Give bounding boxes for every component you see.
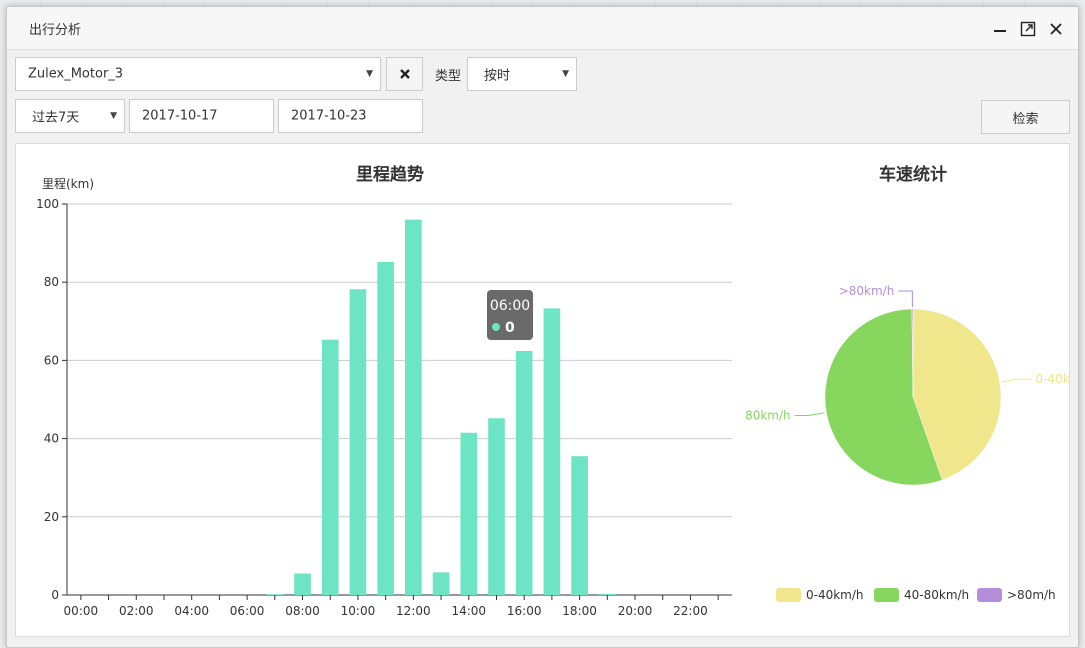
chevron-down-icon: ▼	[110, 111, 117, 121]
x-tick-label: 20:00	[618, 604, 653, 618]
trip-analysis-dialog: 出行分析 Zulex_Motor_3 ▼ 类型 按时 ▼ 过去7天 ▼ 2017…	[6, 6, 1081, 648]
pie-chart-title: 车速统计	[879, 164, 947, 185]
x-tick-label: 00:00	[64, 604, 99, 618]
tooltip-value: 0	[505, 320, 515, 336]
y-axis-label: 里程(km)	[42, 176, 94, 191]
legend-swatch[interactable]	[874, 588, 899, 602]
bar-chart-title: 里程趋势	[356, 164, 424, 185]
search-button-label: 检索	[1012, 111, 1039, 127]
bar-12:00[interactable]	[405, 219, 422, 595]
y-tick-label: 60	[44, 353, 59, 367]
bar-14:00[interactable]	[460, 432, 478, 595]
type-select-value: 按时	[484, 68, 511, 84]
bar-10:00[interactable]	[349, 289, 367, 595]
x-tick-label: 16:00	[507, 604, 542, 618]
dialog-title: 出行分析	[29, 23, 82, 38]
pie-slice-label: 0-40km	[1035, 372, 1069, 386]
x-tick-label: 14:00	[451, 604, 486, 618]
range-select[interactable]: 过去7天 ▼	[15, 99, 125, 133]
legend-swatch[interactable]	[977, 588, 1002, 602]
bar-07:00[interactable]	[266, 594, 284, 595]
pie-label-line	[1001, 378, 1032, 383]
maximize-icon[interactable]	[1018, 19, 1038, 39]
clear-vehicle-button[interactable]	[386, 57, 423, 91]
x-tick-label: 10:00	[341, 604, 376, 618]
tooltip-title: 06:00	[490, 298, 530, 314]
pie-label-line	[794, 412, 825, 417]
x-tick-label: 18:00	[562, 604, 597, 618]
start-date-input[interactable]: 2017-10-17	[129, 99, 274, 133]
pie-slice-label: >80km/h	[839, 284, 895, 298]
type-select[interactable]: 按时 ▼	[467, 57, 577, 91]
range-select-value: 过去7天	[32, 110, 80, 126]
legend-swatch[interactable]	[776, 588, 801, 602]
start-date-value: 2017-10-17	[142, 108, 218, 124]
dialog-titlebar: 出行分析	[7, 7, 1078, 50]
x-tick-label: 08:00	[285, 604, 320, 618]
vehicle-select-value: Zulex_Motor_3	[28, 66, 124, 82]
y-tick-label: 40	[44, 432, 59, 446]
bar-13:00[interactable]	[432, 572, 450, 595]
y-tick-label: 80	[44, 275, 59, 289]
pie-label-line	[898, 290, 913, 308]
legend-label[interactable]: >80m/h	[1007, 588, 1056, 602]
y-tick-label: 20	[44, 510, 59, 524]
bar-16:00[interactable]	[515, 351, 533, 595]
chevron-down-icon: ▼	[562, 69, 569, 79]
x-tick-label: 12:00	[396, 604, 431, 618]
legend-label[interactable]: 40-80km/h	[904, 588, 969, 602]
legend-label[interactable]: 0-40km/h	[806, 588, 864, 602]
bar-11:00[interactable]	[377, 261, 394, 595]
bar-08:00[interactable]	[294, 573, 311, 595]
y-tick-label: 100	[36, 197, 59, 211]
vehicle-select[interactable]: Zulex_Motor_3 ▼	[15, 57, 381, 91]
mileage-trend-chart: 里程趋势里程(km) 0 20 40 60 80 100 00:00 02:00 04:00 06:…	[36, 164, 732, 618]
minimize-icon[interactable]	[990, 19, 1010, 39]
y-tick-label: 0	[51, 588, 59, 602]
tooltip-marker	[492, 323, 500, 331]
close-icon[interactable]	[1046, 19, 1066, 39]
bar-17:00[interactable]	[543, 308, 561, 595]
bar-09:00[interactable]	[321, 339, 339, 595]
charts-canvas: 里程趋势里程(km) 0 20 40 60 80 100 00:00 02:00 04:00 06:…	[36, 164, 1081, 618]
chevron-down-icon: ▼	[366, 69, 373, 79]
bar-19:00[interactable]	[599, 593, 616, 595]
pie-slice-label: 80km/h	[745, 409, 791, 423]
x-tick-label: 22:00	[673, 604, 708, 618]
x-tick-label: 04:00	[174, 604, 209, 618]
type-label: 类型	[435, 69, 462, 84]
end-date-input[interactable]: 2017-10-23	[278, 99, 423, 133]
speed-stats-chart: 车速统计 0-40km 80km/h >80km/h 0-40km/h 40-80km/h…	[745, 164, 1081, 602]
end-date-value: 2017-10-23	[291, 108, 367, 124]
clear-icon	[399, 69, 410, 79]
search-button[interactable]: 检索	[981, 100, 1070, 134]
chart-tooltip: 06:00 0	[487, 290, 533, 340]
bar-15:00[interactable]	[488, 418, 505, 595]
x-tick-label: 02:00	[119, 604, 154, 618]
window-controls	[990, 19, 1066, 39]
chart-panel: 里程趋势里程(km) 0 20 40 60 80 100 00:00 02:00 04:00 06:…	[15, 143, 1081, 637]
x-tick-label: 06:00	[230, 604, 265, 618]
bar-18:00[interactable]	[571, 456, 588, 595]
